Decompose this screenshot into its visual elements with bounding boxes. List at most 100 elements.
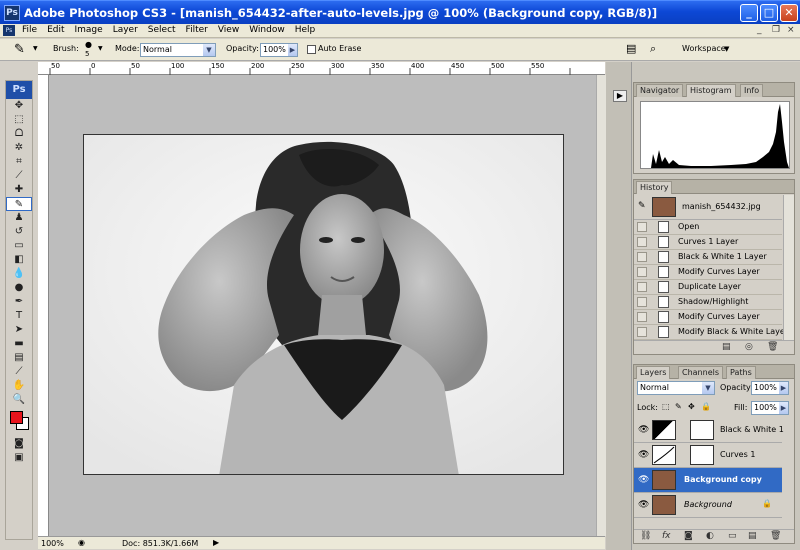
layer-row-selected[interactable]: 👁 Background copy	[634, 468, 782, 493]
clone-stamp-tool-icon[interactable]: ♟	[6, 211, 32, 225]
tab-paths[interactable]: Paths	[726, 366, 756, 379]
blur-tool-icon[interactable]: 💧	[6, 267, 32, 281]
layer-row[interactable]: 👁 Black & White 1	[634, 418, 784, 443]
add-mask-icon[interactable]: ◙	[684, 531, 693, 541]
lock-transparent-icon[interactable]: ⬚	[662, 402, 670, 411]
history-item[interactable]: Black & White 1 Layer	[634, 250, 782, 265]
healing-brush-tool-icon[interactable]: ✚	[6, 183, 32, 197]
visibility-eye-icon[interactable]: 👁	[638, 500, 649, 510]
history-source-checkbox[interactable]	[637, 282, 647, 292]
path-selection-tool-icon[interactable]: ➤	[6, 323, 32, 337]
move-tool-icon[interactable]: ✥	[6, 99, 32, 113]
history-snapshot[interactable]: ✎ manish_654432.jpg	[634, 195, 782, 220]
new-group-icon[interactable]: ▭	[728, 531, 737, 541]
doc-restore-button[interactable]: ❐	[772, 25, 780, 35]
brush-tool-icon-active[interactable]: ✎	[6, 197, 32, 211]
gradient-tool-icon[interactable]: ◧	[6, 253, 32, 267]
vertical-scrollbar[interactable]	[596, 75, 606, 536]
doc-close-button[interactable]: ×	[787, 25, 795, 35]
pen-tool-icon[interactable]: ✒	[6, 295, 32, 309]
zoom-level[interactable]: 100%	[41, 539, 64, 548]
visibility-eye-icon[interactable]: 👁	[638, 475, 649, 485]
workspace-button[interactable]: Workspace	[682, 44, 726, 53]
tool-preset-arrow-icon[interactable]: ▼	[33, 45, 38, 52]
auto-erase-checkbox[interactable]	[307, 45, 316, 54]
type-tool-icon[interactable]: T	[6, 309, 32, 323]
magic-wand-tool-icon[interactable]: ✲	[6, 141, 32, 155]
workspace-arrow-icon[interactable]: ▼	[724, 45, 729, 53]
opacity-input[interactable]: 100% ▶	[260, 43, 298, 57]
layer-style-icon[interactable]: fx	[662, 531, 671, 541]
lock-position-icon[interactable]: ✥	[688, 402, 695, 411]
screen-mode-icon[interactable]: ▣	[6, 451, 32, 465]
new-document-from-state-icon[interactable]: ▤	[722, 342, 731, 352]
link-layers-icon[interactable]: ⛓	[640, 531, 651, 541]
maximize-button[interactable]: □	[760, 4, 778, 22]
quick-mask-icon[interactable]: ◙	[6, 437, 32, 451]
history-source-checkbox[interactable]	[637, 237, 647, 247]
crop-tool-icon[interactable]: ⌗	[6, 155, 32, 169]
menu-select[interactable]: Select	[148, 25, 176, 35]
menu-file[interactable]: File	[22, 25, 37, 35]
fill-input[interactable]: 100% ▶	[751, 401, 789, 415]
minimize-button[interactable]: _	[740, 4, 758, 22]
visibility-eye-icon[interactable]: 👁	[638, 450, 649, 460]
mode-select[interactable]: Normal ▼	[140, 43, 216, 57]
lock-all-icon[interactable]: 🔒	[701, 402, 711, 411]
menu-filter[interactable]: Filter	[186, 25, 208, 35]
history-brush-tool-icon[interactable]: ↺	[6, 225, 32, 239]
brush-tool-icon[interactable]: ✎	[14, 42, 25, 57]
layer-row[interactable]: 👁 Background 🔒	[634, 493, 782, 518]
history-scrollbar[interactable]	[783, 195, 794, 340]
layer-opacity-input[interactable]: 100% ▶	[751, 381, 789, 395]
adjustment-layer-icon[interactable]: ◐	[706, 531, 714, 541]
doc-minimize-button[interactable]: _	[757, 25, 762, 35]
history-source-checkbox[interactable]	[637, 267, 647, 277]
panel-expand-icon[interactable]: ▶	[613, 90, 627, 102]
tab-info[interactable]: Info	[740, 84, 764, 97]
history-source-checkbox[interactable]	[637, 252, 647, 262]
history-item[interactable]: Duplicate Layer	[634, 280, 782, 295]
brush-preview-icon[interactable]: ●	[85, 40, 92, 49]
palette-well-icon[interactable]: ▤	[626, 42, 636, 55]
new-layer-icon[interactable]: ▤	[748, 531, 757, 541]
menu-help[interactable]: Help	[295, 25, 316, 35]
slice-tool-icon[interactable]: ⟋	[6, 169, 32, 183]
history-item[interactable]: Curves 1 Layer	[634, 235, 782, 250]
history-source-checkbox[interactable]	[637, 222, 647, 232]
history-item[interactable]: Open	[634, 220, 782, 235]
menu-window[interactable]: Window	[249, 25, 285, 35]
delete-layer-icon[interactable]: 🗑	[770, 531, 781, 541]
menu-edit[interactable]: Edit	[47, 25, 64, 35]
history-item[interactable]: Modify Curves Layer	[634, 310, 782, 325]
history-source-checkbox[interactable]	[637, 297, 647, 307]
notes-tool-icon[interactable]: ▤	[6, 351, 32, 365]
menu-layer[interactable]: Layer	[113, 25, 138, 35]
brush-picker-arrow-icon[interactable]: ▼	[98, 45, 103, 52]
status-menu-arrow-icon[interactable]: ▶	[213, 538, 219, 547]
close-button[interactable]: ✕	[780, 4, 798, 22]
foreground-color-swatch[interactable]	[10, 411, 23, 424]
tab-histogram[interactable]: Histogram	[686, 84, 736, 97]
history-item[interactable]: Modify Black & White Layer	[634, 325, 788, 340]
history-source-checkbox[interactable]	[637, 327, 647, 337]
shape-tool-icon[interactable]: ▬	[6, 337, 32, 351]
tab-layers[interactable]: Layers	[636, 366, 671, 379]
document-photo[interactable]	[83, 134, 564, 475]
blend-mode-select[interactable]: Normal ▼	[637, 381, 715, 395]
visibility-eye-icon[interactable]: 👁	[638, 425, 649, 435]
tab-channels[interactable]: Channels	[678, 366, 724, 379]
zoom-tool-icon[interactable]: 🔍	[6, 393, 32, 407]
new-snapshot-icon[interactable]: ◎	[745, 342, 753, 352]
tab-history[interactable]: History	[636, 181, 673, 194]
history-item[interactable]: Shadow/Highlight	[634, 295, 782, 310]
menu-image[interactable]: Image	[75, 25, 103, 35]
bridge-icon[interactable]: ⌕	[650, 42, 656, 56]
lock-image-icon[interactable]: ✎	[675, 402, 682, 411]
hand-tool-icon[interactable]: ✋	[6, 379, 32, 393]
delete-state-icon[interactable]: 🗑	[767, 342, 778, 352]
tab-navigator[interactable]: Navigator	[636, 84, 684, 97]
eyedropper-tool-icon[interactable]: ⟋	[6, 365, 32, 379]
history-item[interactable]: Modify Curves Layer	[634, 265, 782, 280]
layer-row[interactable]: 👁 Curves 1	[634, 443, 782, 468]
